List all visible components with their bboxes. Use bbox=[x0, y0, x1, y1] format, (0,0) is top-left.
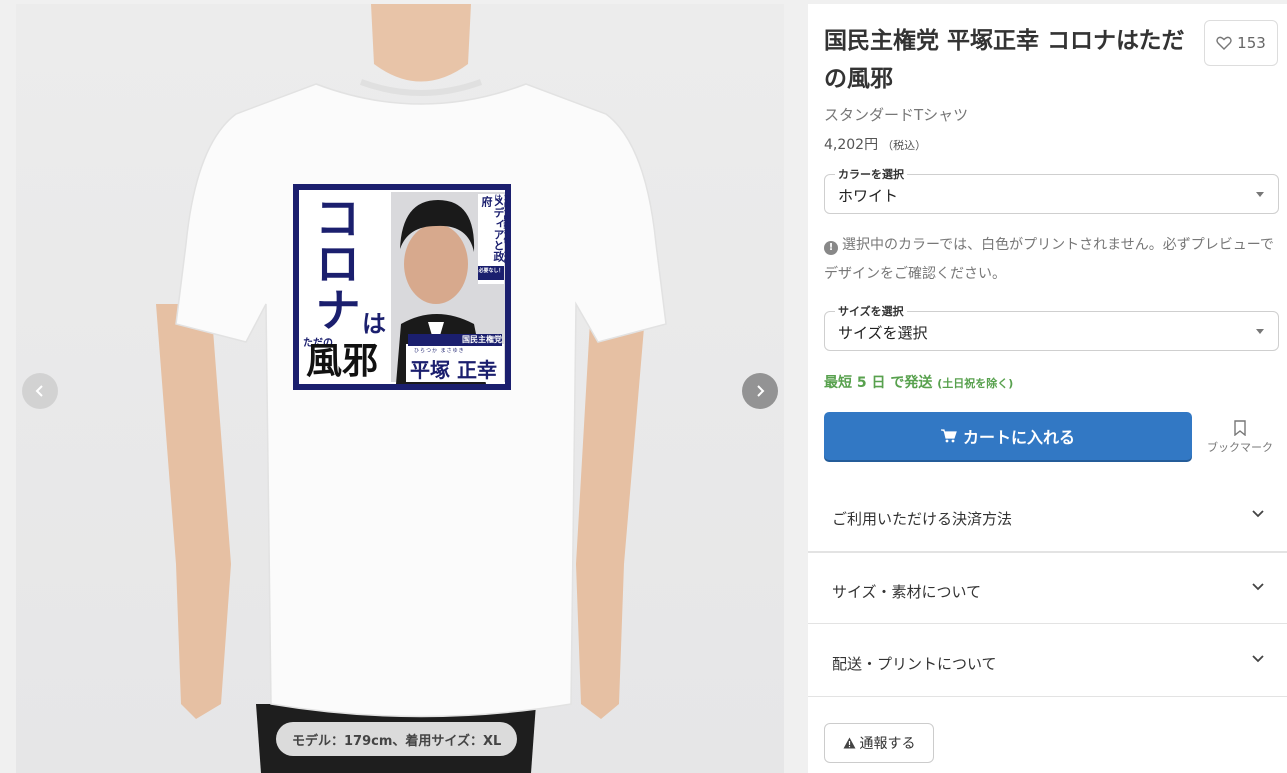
report-label: 通報する bbox=[859, 736, 916, 752]
product-price: 4,202円 （税込） bbox=[824, 134, 926, 154]
cart-icon bbox=[940, 429, 957, 443]
bookmark-label: ブックマーク bbox=[1207, 441, 1273, 454]
print-candidate-name: 平塚 正幸 bbox=[410, 358, 497, 382]
product-image-gallery: コロナ は ただの 風邪 コロナ騒動を作ったのは メディアと政府 必要なし！ 国… bbox=[16, 4, 784, 773]
size-select-value: サイズを選択 bbox=[838, 324, 928, 342]
product-type: スタンダードTシャツ bbox=[824, 106, 969, 124]
shipping-note: (土日祝を除く) bbox=[937, 377, 1014, 390]
print-candidate-ruby: ひらつか まさゆき bbox=[414, 348, 465, 354]
price-value: 4,202円 bbox=[824, 137, 879, 153]
accordion-payment-methods[interactable]: ご利用いただける決済方法 bbox=[808, 480, 1287, 552]
color-select-legend: カラーを選択 bbox=[835, 166, 907, 182]
print-party-name: 国民主権党 bbox=[462, 335, 502, 344]
like-button[interactable]: 153 bbox=[1204, 20, 1278, 66]
caret-down-icon bbox=[1256, 192, 1264, 197]
bookmark-button[interactable]: ブックマーク bbox=[1202, 420, 1278, 455]
gallery-next-button[interactable] bbox=[742, 373, 778, 409]
color-select[interactable]: カラーを選択 ホワイト bbox=[824, 166, 1279, 214]
chevron-left-icon bbox=[35, 385, 43, 397]
caret-down-icon bbox=[1256, 329, 1264, 334]
report-button[interactable]: 通報する bbox=[824, 723, 934, 763]
exclamation-circle-icon: ! bbox=[824, 241, 838, 255]
color-select-value: ホワイト bbox=[838, 187, 899, 205]
add-to-cart-button[interactable]: カートに入れる bbox=[824, 412, 1192, 460]
product-detail-panel: 国民主権党 平塚正幸 コロナはただの風邪 153 スタンダードTシャツ 4,20… bbox=[808, 4, 1287, 773]
price-tax-note: （税込） bbox=[882, 139, 927, 152]
warning-icon bbox=[843, 737, 855, 749]
accordion-label: ご利用いただける決済方法 bbox=[832, 510, 1013, 528]
bookmark-icon bbox=[1234, 420, 1246, 437]
accordion-shipping-print[interactable]: 配送・プリントについて bbox=[808, 625, 1287, 697]
size-select[interactable]: サイズを選択 サイズを選択 bbox=[824, 303, 1279, 351]
print-big-text-top: コロナ bbox=[308, 194, 362, 332]
shipping-main: 最短 5 日 で発送 bbox=[824, 375, 933, 391]
like-count: 153 bbox=[1237, 34, 1266, 52]
print-side-text-2: メディアと政府 bbox=[480, 196, 504, 262]
tshirt-model-image bbox=[156, 4, 667, 773]
chevron-down-icon bbox=[1252, 655, 1264, 663]
product-title: 国民主権党 平塚正幸 コロナはただの風邪 bbox=[824, 28, 1185, 92]
chevron-down-icon bbox=[1252, 510, 1264, 518]
add-to-cart-label: カートに入れる bbox=[962, 428, 1075, 447]
size-select-legend: サイズを選択 bbox=[835, 303, 907, 319]
chevron-right-icon bbox=[757, 385, 765, 397]
print-side-badge: 必要なし！ bbox=[478, 268, 504, 274]
color-print-notice-text: 選択中のカラーでは、白色がプリントされません。必ずプレビューでデザインをご確認く… bbox=[824, 237, 1274, 282]
print-big-text-bottom: 風邪 bbox=[306, 341, 379, 382]
color-print-notice: ! 選択中のカラーでは、白色がプリントされません。必ずプレビューでデザインをご確認… bbox=[824, 231, 1279, 289]
heart-icon bbox=[1216, 36, 1232, 50]
shipping-estimate: 最短 5 日 で発送 (土日祝を除く) bbox=[824, 372, 1013, 392]
accordion-label: サイズ・素材について bbox=[832, 583, 982, 601]
chevron-down-icon bbox=[1252, 583, 1264, 591]
model-size-caption: モデル：179cm、着用サイズ：XL bbox=[276, 722, 518, 756]
accordion-label: 配送・プリントについて bbox=[832, 655, 997, 673]
accordion-size-material[interactable]: サイズ・素材について bbox=[808, 552, 1287, 624]
gallery-prev-button[interactable] bbox=[22, 373, 58, 409]
print-ha: は bbox=[362, 310, 386, 338]
